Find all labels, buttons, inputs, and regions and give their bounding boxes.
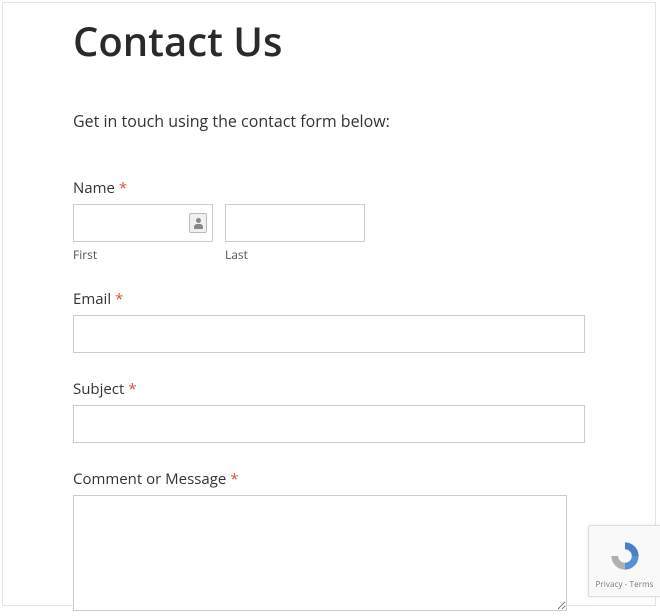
message-label: Comment or Message * <box>73 469 585 489</box>
name-field-group: Name * First Last <box>73 178 585 263</box>
subject-input[interactable] <box>73 405 585 443</box>
email-label: Email * <box>73 289 585 309</box>
message-textarea[interactable] <box>73 495 567 611</box>
email-field-group: Email * <box>73 289 585 353</box>
recaptcha-icon <box>608 539 642 573</box>
last-name-input[interactable] <box>225 204 365 242</box>
recaptcha-badge[interactable]: Privacy - Terms <box>588 525 660 597</box>
recaptcha-text: Privacy - Terms <box>596 579 654 590</box>
form-container: Contact Us Get in touch using the contac… <box>2 2 656 606</box>
intro-text: Get in touch using the contact form belo… <box>73 110 585 132</box>
required-mark: * <box>230 469 238 489</box>
name-label: Name * <box>73 178 585 198</box>
last-sublabel: Last <box>225 246 365 263</box>
required-mark: * <box>128 379 136 399</box>
required-mark: * <box>115 289 123 309</box>
page-title: Contact Us <box>73 13 585 68</box>
name-label-text: Name <box>73 178 115 198</box>
subject-field-group: Subject * <box>73 379 585 443</box>
first-sublabel: First <box>73 246 213 263</box>
email-label-text: Email <box>73 289 111 309</box>
message-label-text: Comment or Message <box>73 469 226 489</box>
message-field-group: Comment or Message * <box>73 469 585 616</box>
first-name-col: First <box>73 204 213 263</box>
last-name-col: Last <box>225 204 365 263</box>
first-name-input[interactable] <box>73 204 213 242</box>
name-row: First Last <box>73 204 585 263</box>
subject-label-text: Subject <box>73 379 124 399</box>
subject-label: Subject * <box>73 379 585 399</box>
required-mark: * <box>119 178 127 198</box>
email-input[interactable] <box>73 315 585 353</box>
